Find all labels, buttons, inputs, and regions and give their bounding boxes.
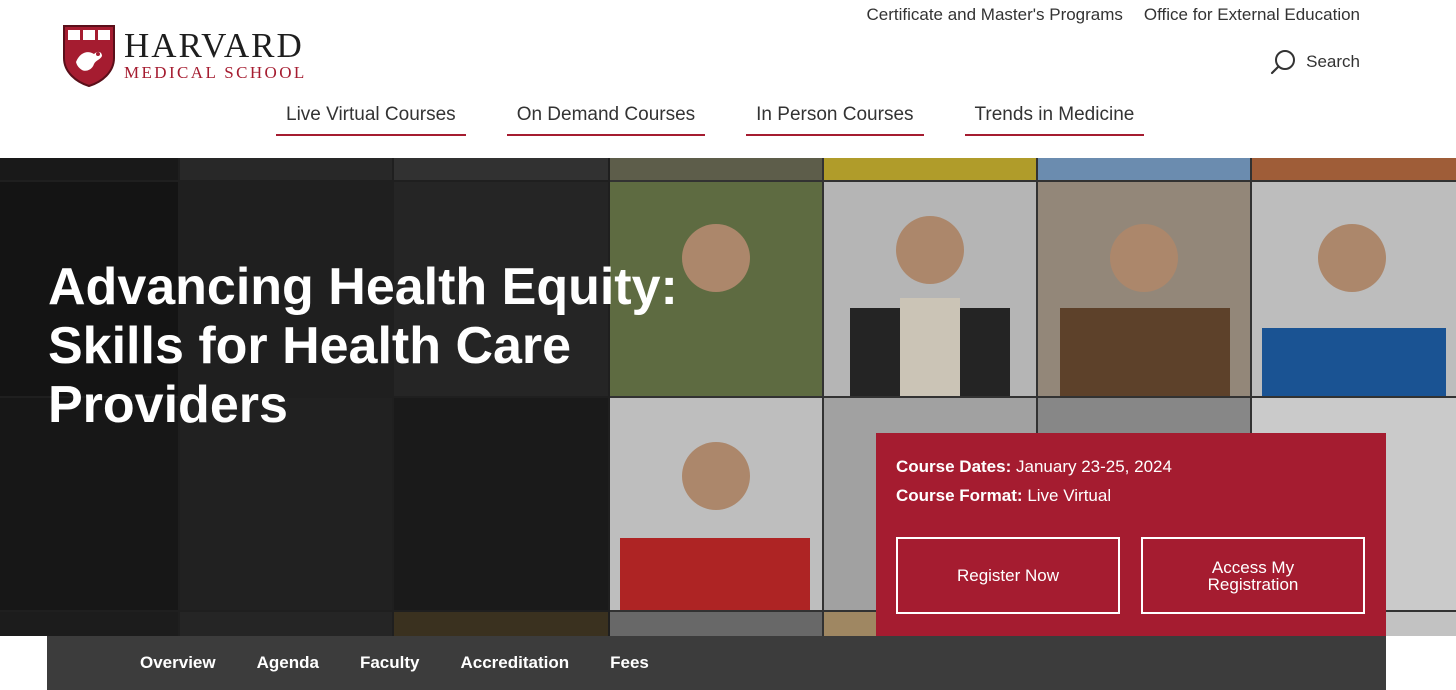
tab-fees[interactable]: Fees	[610, 653, 649, 673]
search-icon	[1271, 50, 1296, 75]
course-dates: Course Dates: January 23-25, 2024	[896, 457, 1172, 477]
register-now-button[interactable]: Register Now	[896, 537, 1120, 614]
link-certificate-masters[interactable]: Certificate and Master's Programs	[866, 4, 1122, 26]
harvard-medical-school-logo[interactable]: HARVARD MEDICAL SCHOOL	[62, 24, 307, 88]
utility-links: Certificate and Master's Programs Office…	[866, 4, 1360, 26]
course-section-nav: Overview Agenda Faculty Accreditation Fe…	[47, 636, 1386, 690]
course-format-value: Live Virtual	[1027, 486, 1112, 505]
search-label: Search	[1306, 52, 1360, 71]
site-header: HARVARD MEDICAL SCHOOL Certificate and M…	[0, 0, 1456, 158]
tab-agenda[interactable]: Agenda	[257, 653, 319, 673]
nav-on-demand-courses[interactable]: On Demand Courses	[506, 104, 706, 136]
course-format: Course Format: Live Virtual	[896, 486, 1111, 506]
tab-overview[interactable]: Overview	[140, 653, 216, 673]
tab-accreditation[interactable]: Accreditation	[460, 653, 569, 673]
course-format-label: Course Format:	[896, 486, 1023, 505]
nav-trends-in-medicine[interactable]: Trends in Medicine	[964, 104, 1145, 136]
logo-harvard-text: HARVARD	[124, 26, 304, 65]
course-section-nav-items: Overview Agenda Faculty Accreditation Fe…	[140, 636, 649, 690]
link-external-education[interactable]: Office for External Education	[1144, 4, 1360, 26]
tab-faculty[interactable]: Faculty	[360, 653, 420, 673]
harvard-shield-icon	[63, 25, 115, 88]
search-button[interactable]: Search	[1270, 48, 1360, 76]
course-dates-label: Course Dates:	[896, 457, 1012, 476]
nav-in-person-courses[interactable]: In Person Courses	[746, 104, 924, 136]
course-dates-value: January 23-25, 2024	[1016, 457, 1172, 476]
logo-school-text: MEDICAL SCHOOL	[124, 63, 307, 82]
access-registration-button[interactable]: Access My Registration	[1141, 537, 1365, 614]
nav-live-virtual-courses[interactable]: Live Virtual Courses	[276, 104, 466, 136]
page-title: Advancing Health Equity: Skills for Heal…	[48, 258, 678, 434]
logo-wordmark: HARVARD MEDICAL SCHOOL	[124, 26, 307, 83]
main-nav: Live Virtual Courses On Demand Courses I…	[276, 104, 1145, 136]
course-info-panel: Course Dates: January 23-25, 2024 Course…	[876, 433, 1386, 636]
